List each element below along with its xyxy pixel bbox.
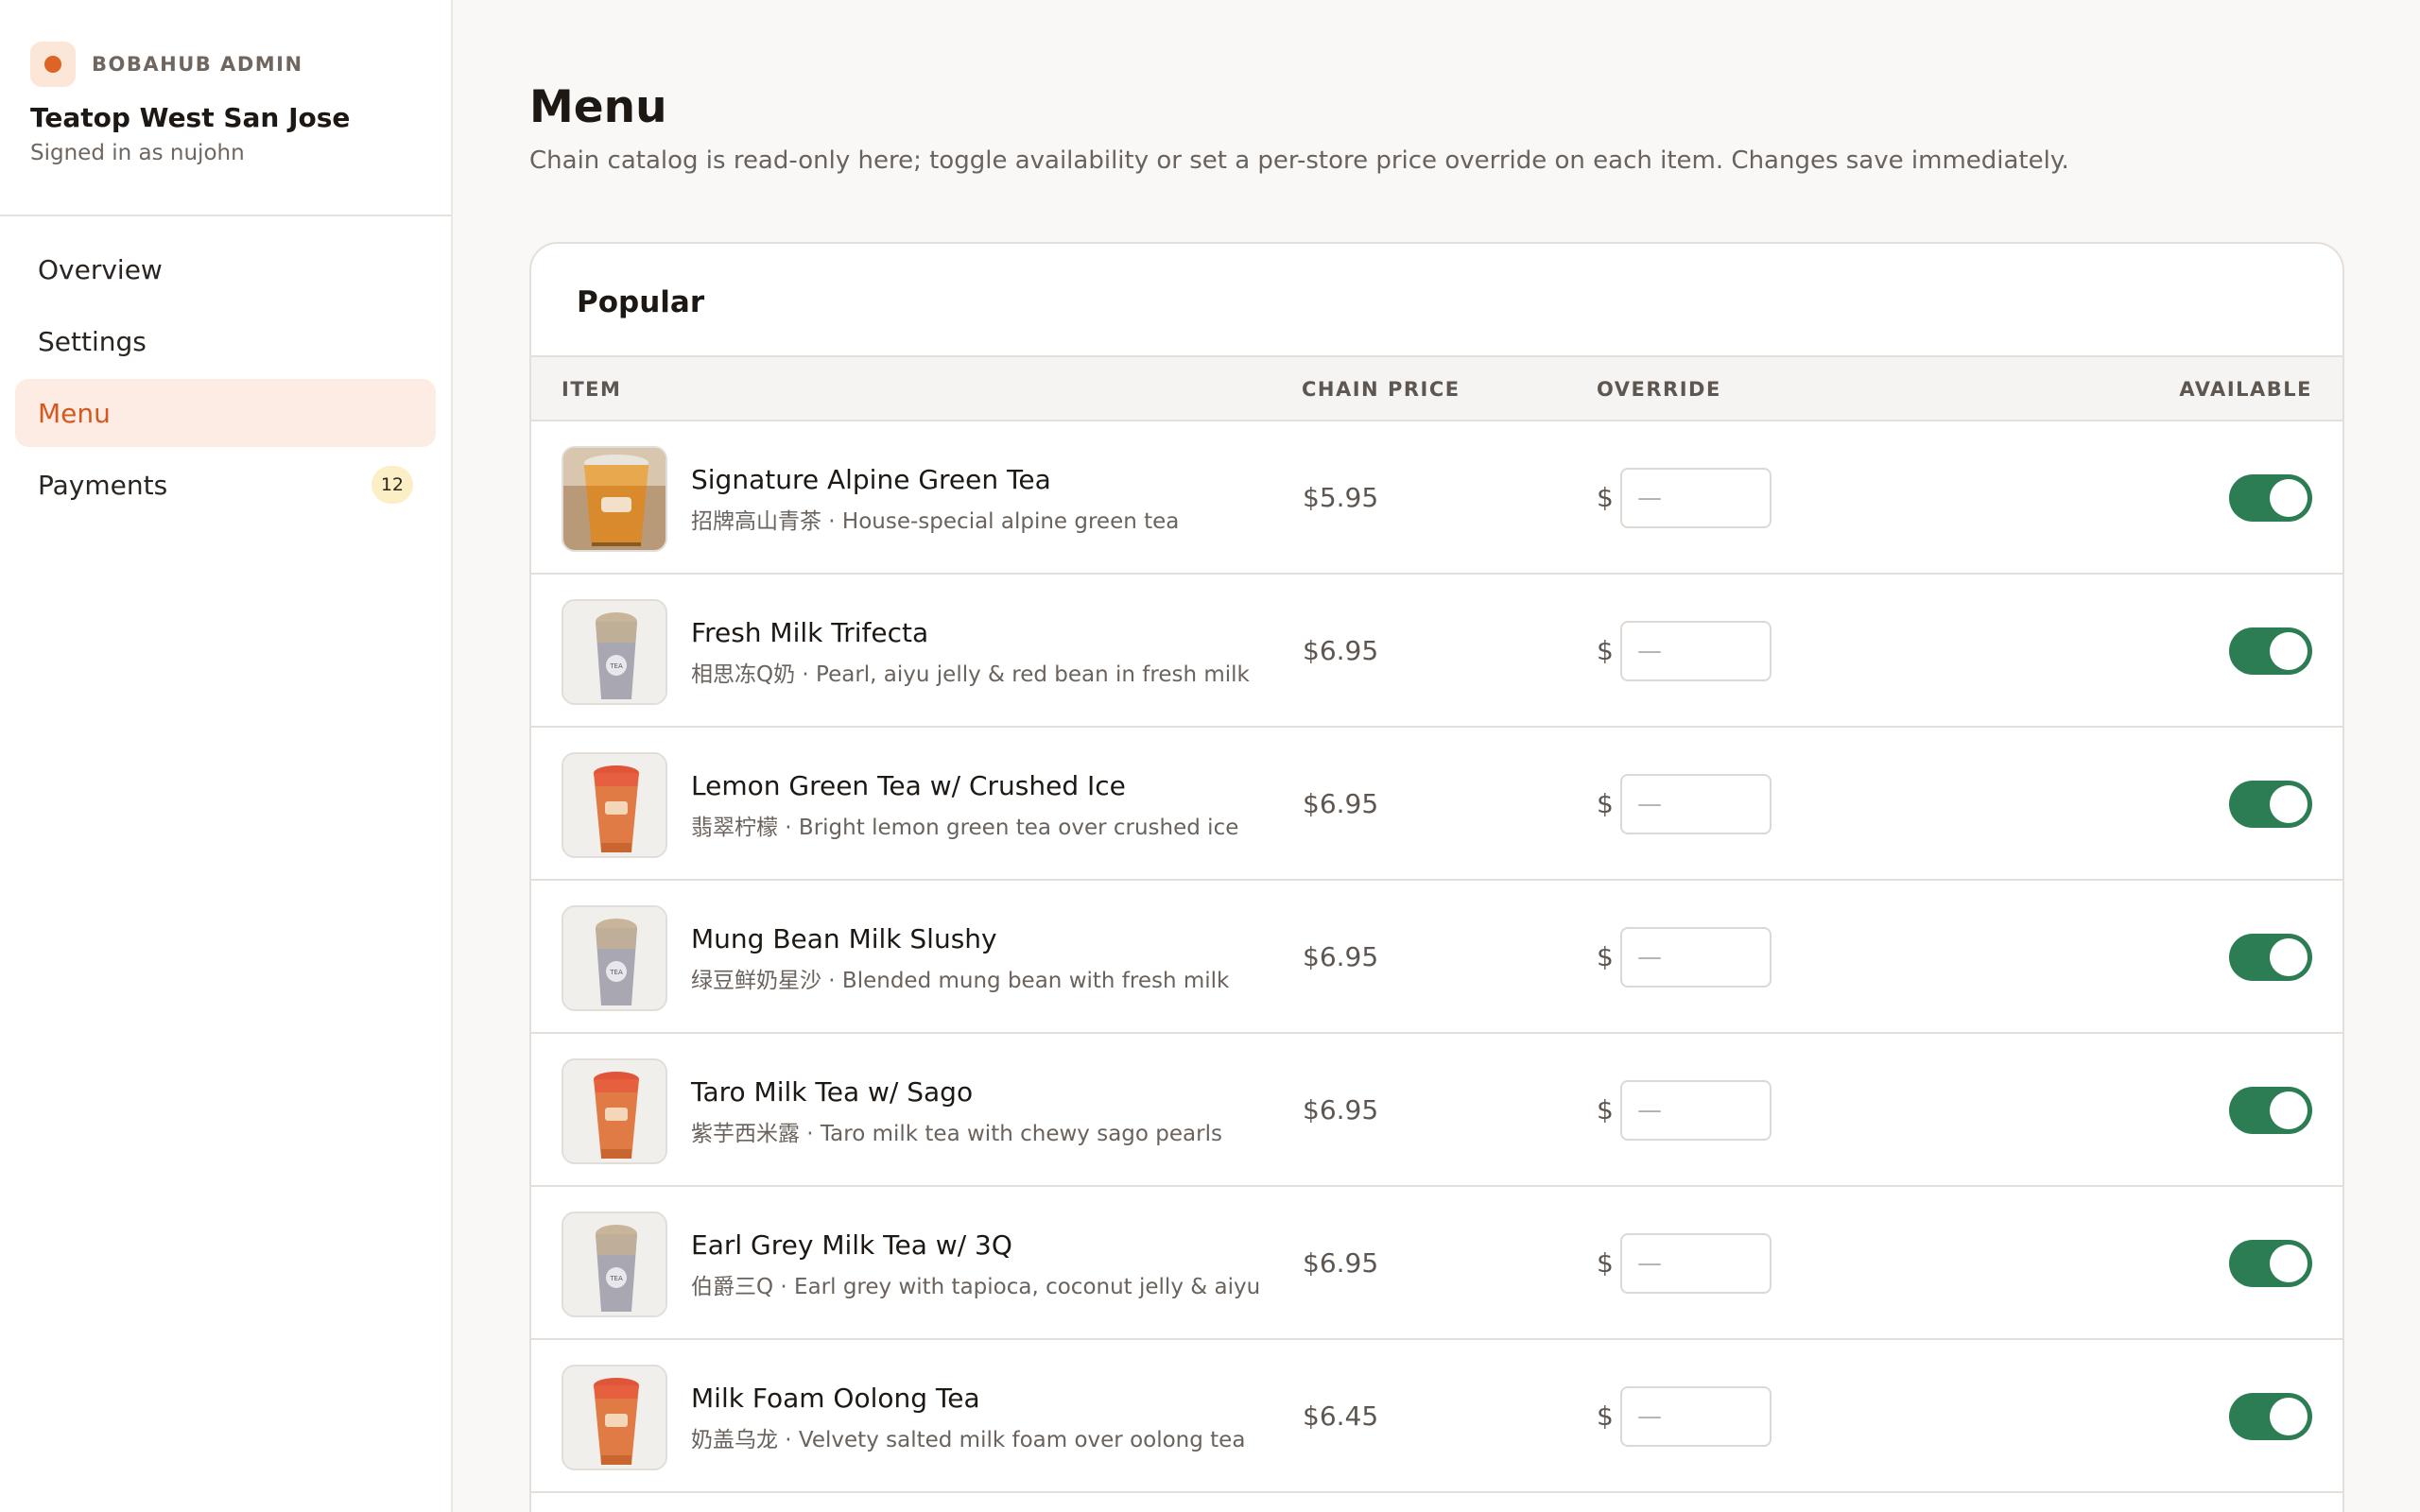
sidebar: BOBAHUB ADMIN Teatop West San Jose Signe… bbox=[0, 0, 453, 1512]
toggle-knob bbox=[2270, 479, 2308, 517]
item-name: Taro Milk Tea w/ Sago bbox=[691, 1076, 974, 1108]
price-override-input[interactable] bbox=[1620, 774, 1772, 834]
column-header-chain-price: CHAIN PRICE bbox=[1302, 378, 1461, 401]
sidebar-item-label: Overview bbox=[38, 253, 163, 285]
availability-toggle[interactable] bbox=[2229, 1393, 2312, 1440]
chain-price: $6.95 bbox=[1303, 635, 1379, 666]
price-override-input[interactable] bbox=[1620, 1080, 1772, 1141]
sidebar-item-label: Settings bbox=[38, 325, 147, 357]
currency-symbol: $ bbox=[1597, 1247, 1614, 1279]
sidebar-item-settings[interactable]: Settings bbox=[15, 307, 436, 375]
item-description: 翡翠柠檬 · Bright lemon green tea over crush… bbox=[691, 816, 1239, 840]
item-thumbnail: TEA bbox=[562, 1211, 667, 1317]
availability-toggle[interactable] bbox=[2229, 474, 2312, 522]
toggle-knob bbox=[2270, 785, 2308, 823]
column-header-override: OVERRIDE bbox=[1597, 378, 1721, 401]
table-row: Milk Foam Oolong Tea 奶盖乌龙 · Velvety salte… bbox=[531, 1340, 2342, 1493]
toggle-knob bbox=[2270, 1245, 2308, 1282]
price-override-input[interactable] bbox=[1620, 1386, 1772, 1447]
availability-toggle[interactable] bbox=[2229, 627, 2312, 675]
sidebar-item-overview[interactable]: Overview bbox=[15, 235, 436, 303]
svg-text:TEA: TEA bbox=[609, 662, 623, 670]
store-name: Teatop West San Jose bbox=[30, 102, 351, 133]
item-description: 紫芋西米露 · Taro milk tea with chewy sago pe… bbox=[691, 1122, 1222, 1146]
chain-price: $6.95 bbox=[1303, 1247, 1379, 1279]
table-row: TEA Fresh Milk Trifecta 相思冻Q奶 · Pearl, aiy… bbox=[531, 575, 2342, 728]
chain-price: $6.45 bbox=[1303, 1400, 1379, 1432]
section-title: Popular bbox=[531, 244, 2342, 357]
availability-toggle[interactable] bbox=[2229, 1240, 2312, 1287]
item-name: Lemon Green Tea w/ Crushed Ice bbox=[691, 770, 1126, 801]
toggle-knob bbox=[2270, 632, 2308, 670]
chain-price: $6.95 bbox=[1303, 788, 1379, 819]
page-title: Menu bbox=[529, 81, 667, 133]
toggle-knob bbox=[2270, 1398, 2308, 1435]
chain-price: $6.95 bbox=[1303, 1094, 1379, 1125]
price-override-input[interactable] bbox=[1620, 927, 1772, 988]
table-row: TEA Earl Grey Milk Tea w/ 3Q 伯爵三Q · Earl g… bbox=[531, 1187, 2342, 1340]
currency-symbol: $ bbox=[1597, 1400, 1614, 1432]
availability-toggle[interactable] bbox=[2229, 1087, 2312, 1134]
sidebar-item-label: Payments bbox=[38, 469, 168, 501]
sidebar-item-payments[interactable]: Payments 12 bbox=[15, 451, 436, 519]
sidebar-item-menu[interactable]: Menu bbox=[15, 379, 436, 447]
item-name: Fresh Milk Trifecta bbox=[691, 617, 929, 648]
item-description: 伯爵三Q · Earl grey with tapioca, coconut j… bbox=[691, 1275, 1261, 1299]
toggle-knob bbox=[2270, 938, 2308, 976]
menu-table-body: Signature Alpine Green Tea 招牌高山青茶 · House… bbox=[531, 421, 2342, 1493]
item-thumbnail bbox=[562, 1365, 667, 1470]
item-description: 相思冻Q奶 · Pearl, aiyu jelly & red bean in … bbox=[691, 662, 1250, 687]
item-thumbnail bbox=[562, 1058, 667, 1164]
payments-count-badge: 12 bbox=[371, 466, 413, 504]
currency-symbol: $ bbox=[1597, 941, 1614, 972]
currency-symbol: $ bbox=[1597, 788, 1614, 819]
currency-symbol: $ bbox=[1597, 1094, 1614, 1125]
toggle-knob bbox=[2270, 1091, 2308, 1129]
item-name: Earl Grey Milk Tea w/ 3Q bbox=[691, 1229, 1012, 1261]
price-override-input[interactable] bbox=[1620, 468, 1772, 528]
item-description: 奶盖乌龙 · Velvety salted milk foam over ool… bbox=[691, 1428, 1246, 1452]
availability-toggle[interactable] bbox=[2229, 781, 2312, 828]
table-header: ITEM CHAIN PRICE OVERRIDE AVAILABLE bbox=[531, 357, 2342, 421]
svg-text:TEA: TEA bbox=[609, 969, 623, 976]
item-description: 绿豆鲜奶星沙 · Blended mung bean with fresh mi… bbox=[691, 969, 1230, 993]
table-row: TEA Mung Bean Milk Slushy 绿豆鲜奶星沙 · Blended… bbox=[531, 881, 2342, 1034]
item-thumbnail bbox=[562, 752, 667, 858]
item-name: Milk Foam Oolong Tea bbox=[691, 1383, 980, 1414]
brand-logo-icon bbox=[30, 42, 76, 87]
price-override-input[interactable] bbox=[1620, 1233, 1772, 1294]
item-thumbnail bbox=[562, 446, 667, 552]
menu-section-card: Popular ITEM CHAIN PRICE OVERRIDE AVAILA… bbox=[529, 242, 2344, 1512]
sidebar-nav: Overview Settings Menu Payments 12 bbox=[0, 216, 451, 541]
page-subtitle: Chain catalog is read-only here; toggle … bbox=[529, 146, 2069, 175]
item-thumbnail: TEA bbox=[562, 905, 667, 1011]
column-header-available: AVAILABLE bbox=[2179, 378, 2312, 401]
item-name: Mung Bean Milk Slushy bbox=[691, 923, 997, 954]
item-name: Signature Alpine Green Tea bbox=[691, 464, 1051, 495]
brand-label: BOBAHUB ADMIN bbox=[92, 53, 303, 76]
availability-toggle[interactable] bbox=[2229, 934, 2312, 981]
brand-header: BOBAHUB ADMIN Teatop West San Jose Signe… bbox=[0, 0, 451, 216]
chain-price: $6.95 bbox=[1303, 941, 1379, 972]
column-header-item: ITEM bbox=[562, 378, 622, 401]
svg-text:TEA: TEA bbox=[609, 1275, 623, 1282]
sidebar-item-label: Menu bbox=[38, 397, 111, 429]
chain-price: $5.95 bbox=[1303, 482, 1379, 513]
price-override-input[interactable] bbox=[1620, 621, 1772, 681]
table-row: Signature Alpine Green Tea 招牌高山青茶 · House… bbox=[531, 421, 2342, 575]
currency-symbol: $ bbox=[1597, 635, 1614, 666]
table-row: Lemon Green Tea w/ Crushed Ice 翡翠柠檬 · Bri… bbox=[531, 728, 2342, 881]
item-description: 招牌高山青茶 · House-special alpine green tea bbox=[691, 509, 1180, 534]
table-row: Taro Milk Tea w/ Sago 紫芋西米露 · Taro milk t… bbox=[531, 1034, 2342, 1187]
item-thumbnail: TEA bbox=[562, 599, 667, 705]
signed-in-text: Signed in as nujohn bbox=[30, 141, 245, 165]
currency-symbol: $ bbox=[1597, 482, 1614, 513]
